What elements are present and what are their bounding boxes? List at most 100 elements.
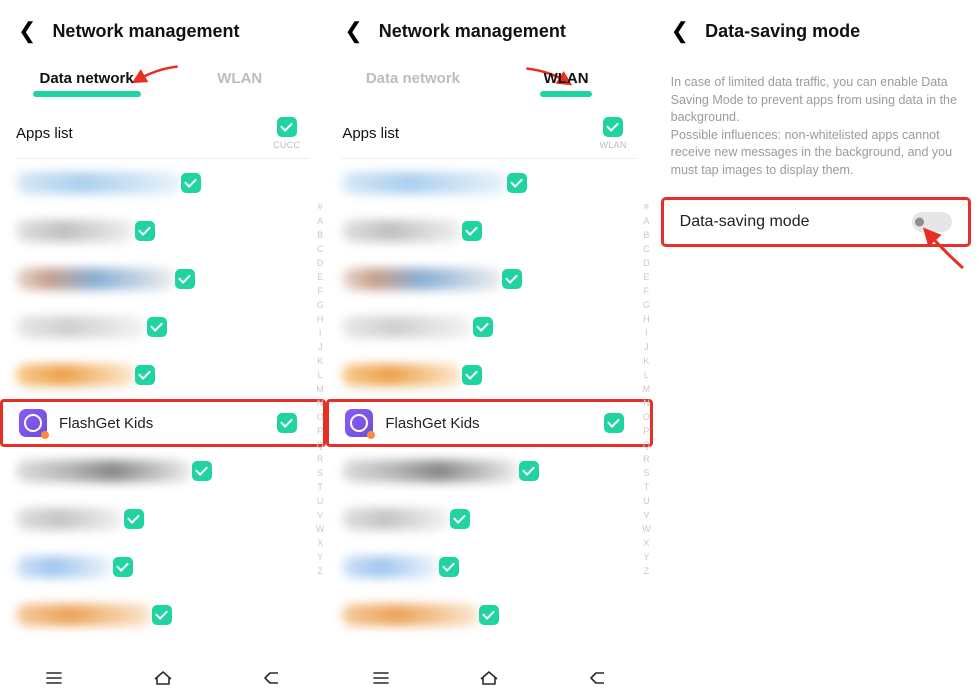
alpha-index-letter[interactable]: K bbox=[643, 354, 649, 368]
tab-data-network[interactable]: Data network bbox=[10, 64, 163, 97]
app-row[interactable] bbox=[0, 159, 326, 207]
alpha-index-letter[interactable]: E bbox=[643, 270, 649, 284]
alpha-index-letter[interactable]: D bbox=[643, 256, 650, 270]
allow-checkbox[interactable] bbox=[152, 605, 172, 625]
alpha-index-letter[interactable]: Z bbox=[644, 564, 650, 578]
alpha-index-letter[interactable]: U bbox=[643, 494, 650, 508]
select-all-checkbox[interactable] bbox=[277, 117, 297, 137]
alpha-index-letter[interactable]: J bbox=[318, 340, 323, 354]
alpha-index-letter[interactable]: S bbox=[317, 466, 323, 480]
app-row[interactable] bbox=[0, 303, 326, 351]
app-row[interactable] bbox=[0, 495, 326, 543]
app-row-flashget-kids[interactable]: FlashGet Kids bbox=[0, 399, 326, 447]
alpha-index-letter[interactable]: S bbox=[643, 466, 649, 480]
alpha-index-letter[interactable]: M bbox=[316, 382, 324, 396]
alpha-index-letter[interactable]: P bbox=[643, 424, 649, 438]
app-row[interactable] bbox=[0, 543, 326, 591]
alpha-index-letter[interactable]: U bbox=[317, 494, 324, 508]
alpha-index-letter[interactable]: M bbox=[643, 382, 651, 396]
app-row[interactable] bbox=[326, 159, 652, 207]
nav-menu-icon[interactable] bbox=[370, 667, 392, 689]
app-row[interactable] bbox=[326, 303, 652, 351]
alpha-index-letter[interactable]: # bbox=[644, 200, 649, 214]
alpha-index-letter[interactable]: I bbox=[319, 326, 322, 340]
alpha-index-letter[interactable]: Y bbox=[317, 550, 323, 564]
alpha-index-letter[interactable]: X bbox=[643, 536, 649, 550]
alpha-index-letter[interactable]: # bbox=[318, 200, 323, 214]
alpha-index-letter[interactable]: O bbox=[317, 410, 324, 424]
alpha-index-letter[interactable]: I bbox=[645, 326, 648, 340]
alpha-index-letter[interactable]: P bbox=[317, 424, 323, 438]
alpha-index[interactable]: #ABCDEFGHIJKLMNOPQRSTUVWXYZ bbox=[642, 200, 651, 578]
tab-data-network[interactable]: Data network bbox=[336, 64, 489, 97]
back-icon[interactable]: ❮ bbox=[18, 20, 36, 42]
alpha-index-letter[interactable]: N bbox=[317, 396, 324, 410]
allow-checkbox[interactable] bbox=[479, 605, 499, 625]
nav-back-icon[interactable] bbox=[587, 667, 609, 689]
allow-checkbox[interactable] bbox=[113, 557, 133, 577]
alpha-index-letter[interactable]: Q bbox=[317, 438, 324, 452]
alpha-index-letter[interactable]: H bbox=[643, 312, 650, 326]
alpha-index-letter[interactable]: L bbox=[318, 368, 323, 382]
alpha-index-letter[interactable]: K bbox=[317, 354, 323, 368]
app-row[interactable] bbox=[326, 591, 652, 639]
nav-menu-icon[interactable] bbox=[43, 667, 65, 689]
alpha-index-letter[interactable]: A bbox=[643, 214, 649, 228]
alpha-index-letter[interactable]: G bbox=[317, 298, 324, 312]
alpha-index-letter[interactable]: T bbox=[644, 480, 650, 494]
nav-home-icon[interactable] bbox=[478, 667, 500, 689]
alpha-index-letter[interactable]: N bbox=[643, 396, 650, 410]
allow-checkbox[interactable] bbox=[147, 317, 167, 337]
app-row[interactable] bbox=[0, 255, 326, 303]
alpha-index-letter[interactable]: C bbox=[317, 242, 324, 256]
select-all-checkbox[interactable] bbox=[603, 117, 623, 137]
alpha-index-letter[interactable]: W bbox=[316, 522, 325, 536]
nav-back-icon[interactable] bbox=[261, 667, 283, 689]
alpha-index-letter[interactable]: J bbox=[644, 340, 649, 354]
allow-checkbox[interactable] bbox=[473, 317, 493, 337]
alpha-index-letter[interactable]: H bbox=[317, 312, 324, 326]
allow-checkbox[interactable] bbox=[439, 557, 459, 577]
app-row[interactable] bbox=[0, 447, 326, 495]
alpha-index-letter[interactable]: B bbox=[317, 228, 323, 242]
app-row[interactable] bbox=[0, 351, 326, 399]
app-row-flashget-kids[interactable]: FlashGet Kids bbox=[326, 399, 652, 447]
app-row[interactable] bbox=[326, 447, 652, 495]
tab-wlan[interactable]: WLAN bbox=[163, 64, 316, 97]
alpha-index-letter[interactable]: V bbox=[317, 508, 323, 522]
allow-checkbox[interactable] bbox=[462, 221, 482, 241]
alpha-index-letter[interactable]: R bbox=[317, 452, 324, 466]
allow-checkbox[interactable] bbox=[507, 173, 527, 193]
alpha-index-letter[interactable]: C bbox=[643, 242, 650, 256]
alpha-index-letter[interactable]: Y bbox=[643, 550, 649, 564]
allow-checkbox[interactable] bbox=[519, 461, 539, 481]
alpha-index-letter[interactable]: Q bbox=[643, 438, 650, 452]
alpha-index-letter[interactable]: X bbox=[317, 536, 323, 550]
app-row[interactable] bbox=[326, 255, 652, 303]
allow-checkbox[interactable] bbox=[175, 269, 195, 289]
tab-wlan[interactable]: WLAN bbox=[490, 64, 643, 97]
app-row[interactable] bbox=[0, 207, 326, 255]
alpha-index-letter[interactable]: L bbox=[644, 368, 649, 382]
allow-checkbox[interactable] bbox=[604, 413, 624, 433]
alpha-index-letter[interactable]: E bbox=[317, 270, 323, 284]
alpha-index[interactable]: #ABCDEFGHIJKLMNOPQRSTUVWXYZ bbox=[316, 200, 325, 578]
back-icon[interactable]: ❮ bbox=[671, 20, 689, 42]
nav-home-icon[interactable] bbox=[152, 667, 174, 689]
allow-checkbox[interactable] bbox=[181, 173, 201, 193]
alpha-index-letter[interactable]: G bbox=[643, 298, 650, 312]
alpha-index-letter[interactable]: F bbox=[317, 284, 323, 298]
app-row[interactable] bbox=[326, 543, 652, 591]
alpha-index-letter[interactable]: T bbox=[317, 480, 323, 494]
alpha-index-letter[interactable]: V bbox=[643, 508, 649, 522]
allow-checkbox[interactable] bbox=[462, 365, 482, 385]
allow-checkbox[interactable] bbox=[124, 509, 144, 529]
allow-checkbox[interactable] bbox=[277, 413, 297, 433]
app-row[interactable] bbox=[326, 351, 652, 399]
allow-checkbox[interactable] bbox=[450, 509, 470, 529]
alpha-index-letter[interactable]: D bbox=[317, 256, 324, 270]
alpha-index-letter[interactable]: B bbox=[643, 228, 649, 242]
allow-checkbox[interactable] bbox=[135, 221, 155, 241]
alpha-index-letter[interactable]: O bbox=[643, 410, 650, 424]
alpha-index-letter[interactable]: F bbox=[644, 284, 650, 298]
